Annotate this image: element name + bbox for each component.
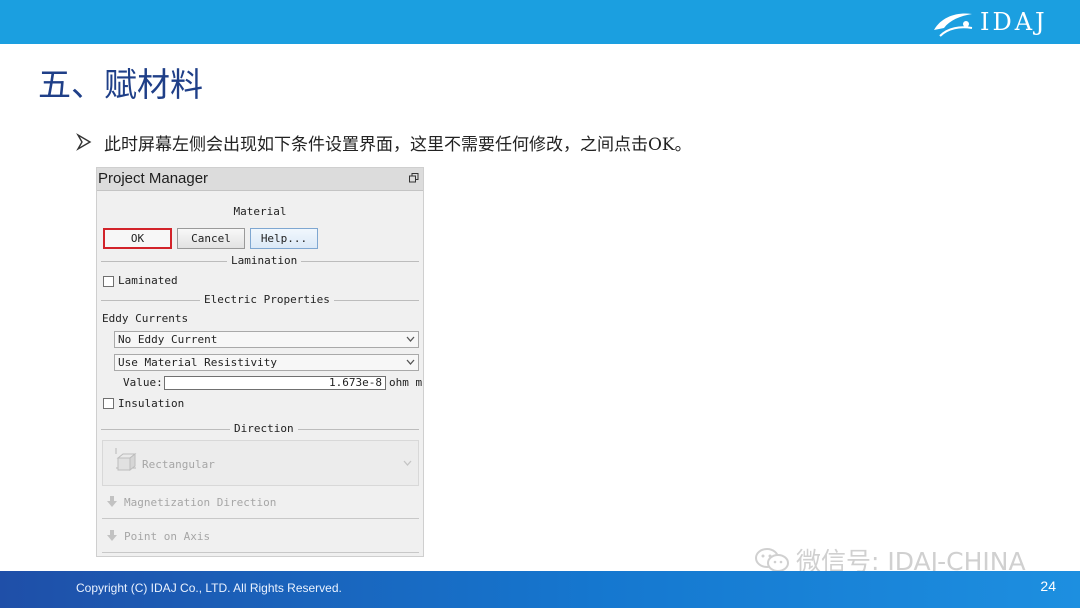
- bullet-text: 此时屏幕左侧会出现如下条件设置界面，这里不需要任何修改，之间点击OK。: [104, 134, 692, 155]
- wechat-icon: [755, 548, 789, 572]
- resistivity-select[interactable]: Use Material Resistivity: [114, 354, 419, 371]
- direction-section-label: Direction: [230, 422, 298, 435]
- direction-select-value: Rectangular: [142, 458, 215, 471]
- logo-text: IDAJ: [980, 8, 1048, 36]
- divider: [102, 518, 419, 519]
- down-arrow-icon: [107, 530, 117, 541]
- top-banner: IDAJ: [0, 0, 1080, 44]
- resistivity-value-input[interactable]: 1.673e-8: [164, 376, 386, 390]
- cancel-button[interactable]: Cancel: [177, 228, 245, 249]
- help-button[interactable]: Help...: [250, 228, 318, 249]
- material-heading: Material: [233, 205, 287, 218]
- lamination-section-label: Lamination: [227, 254, 302, 267]
- chevron-down-icon: [406, 359, 415, 365]
- arrow-bullet-icon: [76, 133, 92, 151]
- direction-type-select[interactable]: Rectangular: [102, 440, 419, 486]
- down-arrow-icon: [107, 496, 117, 507]
- panel-title: Project Manager: [98, 170, 209, 187]
- page-number: 24: [1040, 578, 1056, 594]
- chevron-down-icon: [403, 460, 412, 466]
- divider: [102, 552, 419, 553]
- value-label: Value:: [123, 376, 163, 389]
- panel-header: Project Manager: [97, 168, 423, 191]
- copyright-text: Copyright (C) IDAJ Co., LTD. All Rights …: [76, 581, 342, 595]
- insulation-label: Insulation: [118, 397, 185, 410]
- value-unit: ohm m: [389, 376, 423, 389]
- slide-title: 五、赋材料: [38, 65, 203, 104]
- laminated-label: Laminated: [118, 274, 178, 287]
- bullet-item: 此时屏幕左侧会出现如下条件设置界面，这里不需要任何修改，之间点击OK。: [74, 130, 692, 155]
- footer-bar: Copyright (C) IDAJ Co., LTD. All Rights …: [0, 571, 1080, 608]
- chevron-down-icon: [406, 336, 415, 342]
- ok-button[interactable]: OK: [103, 228, 172, 249]
- logo-swoosh-icon: [934, 13, 973, 37]
- eddy-current-select[interactable]: No Eddy Current: [114, 331, 419, 348]
- eddy-current-select-value: No Eddy Current: [118, 333, 218, 346]
- point-on-axis-label: Point on Axis: [124, 530, 211, 543]
- electric-section-label: Electric Properties: [200, 293, 334, 306]
- point-on-axis-button[interactable]: Point on Axis: [102, 524, 419, 548]
- magnetization-direction-label: Magnetization Direction: [124, 496, 277, 509]
- insulation-checkbox[interactable]: [103, 398, 114, 409]
- rectangular-axes-icon: [115, 448, 137, 472]
- laminated-checkbox[interactable]: [103, 276, 114, 287]
- eddy-currents-label: Eddy Currents: [102, 312, 189, 325]
- idaj-logo: IDAJ: [928, 6, 1058, 40]
- float-window-icon[interactable]: [409, 173, 419, 183]
- magnetization-direction-button[interactable]: Magnetization Direction: [102, 490, 419, 514]
- resistivity-select-value: Use Material Resistivity: [118, 356, 277, 369]
- project-manager-panel: Project Manager Material OK Cancel Help.…: [96, 167, 424, 557]
